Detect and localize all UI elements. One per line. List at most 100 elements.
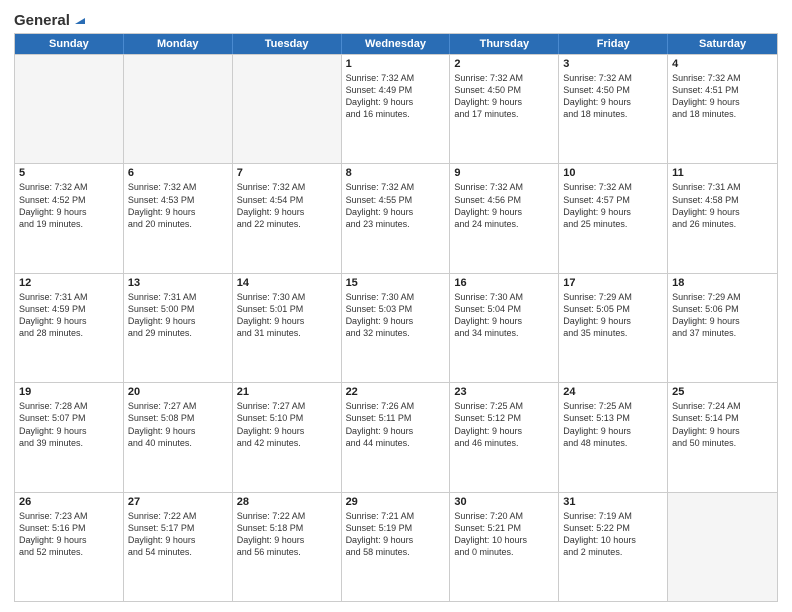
day-cell-29: 29Sunrise: 7:21 AM Sunset: 5:19 PM Dayli… [342, 493, 451, 601]
day-info: Sunrise: 7:32 AM Sunset: 4:52 PM Dayligh… [19, 181, 119, 230]
day-info: Sunrise: 7:32 AM Sunset: 4:54 PM Dayligh… [237, 181, 337, 230]
day-number: 13 [128, 277, 228, 289]
day-number: 7 [237, 167, 337, 179]
day-cell-7: 7 Sunrise: 7:32 AM Sunset: 4:54 PM Daylig… [233, 164, 342, 272]
day-number: 30 [454, 496, 554, 508]
header-cell-friday: Friday [559, 34, 668, 54]
day-number: 4 [672, 58, 773, 70]
header-cell-wednesday: Wednesday [342, 34, 451, 54]
day-cell-18: 18 Sunrise: 7:29 AM Sunset: 5:06 PM Dayli… [668, 274, 777, 382]
day-number: 14 [237, 277, 337, 289]
day-cell-3: 3 Sunrise: 7:32 AM Sunset: 4:50 PM Daylig… [559, 55, 668, 163]
day-info: Sunrise: 7:32 AM Sunset: 4:49 PM Dayligh… [346, 72, 446, 121]
day-cell-13: 13 Sunrise: 7:31 AM Sunset: 5:00 PM Dayli… [124, 274, 233, 382]
day-info: Sunrise: 7:30 AM Sunset: 5:03 PM Dayligh… [346, 291, 446, 340]
day-cell-26: 26 Sunrise: 7:23 AM Sunset: 5:16 PM Dayli… [15, 493, 124, 601]
day-cell-15: 15 Sunrise: 7:30 AM Sunset: 5:03 PM Dayli… [342, 274, 451, 382]
day-number: 15 [346, 277, 446, 289]
day-info: Sunrise: 7:30 AM Sunset: 5:01 PM Dayligh… [237, 291, 337, 340]
day-number: 3 [563, 58, 663, 70]
day-info: Sunrise: 7:27 AM Sunset: 5:08 PM Dayligh… [128, 400, 228, 449]
calendar-row-1: 1Sunrise: 7:32 AM Sunset: 4:49 PM Daylig… [15, 54, 777, 163]
day-number: 18 [672, 277, 773, 289]
day-cell-5: 5 Sunrise: 7:32 AM Sunset: 4:52 PM Daylig… [15, 164, 124, 272]
empty-cell [668, 493, 777, 601]
day-number: 26 [19, 496, 119, 508]
header-cell-thursday: Thursday [450, 34, 559, 54]
empty-cell [233, 55, 342, 163]
day-number: 25 [672, 386, 773, 398]
calendar: SundayMondayTuesdayWednesdayThursdayFrid… [14, 33, 778, 602]
empty-cell [15, 55, 124, 163]
day-info: Sunrise: 7:25 AM Sunset: 5:12 PM Dayligh… [454, 400, 554, 449]
day-info: Sunrise: 7:24 AM Sunset: 5:14 PM Dayligh… [672, 400, 773, 449]
day-number: 29 [346, 496, 446, 508]
calendar-body: 1Sunrise: 7:32 AM Sunset: 4:49 PM Daylig… [15, 54, 777, 601]
day-number: 8 [346, 167, 446, 179]
day-cell-10: 10 Sunrise: 7:32 AM Sunset: 4:57 PM Dayli… [559, 164, 668, 272]
header-cell-tuesday: Tuesday [233, 34, 342, 54]
day-cell-2: 2 Sunrise: 7:32 AM Sunset: 4:50 PM Daylig… [450, 55, 559, 163]
day-number: 28 [237, 496, 337, 508]
day-number: 9 [454, 167, 554, 179]
day-cell-21: 21 Sunrise: 7:27 AM Sunset: 5:10 PM Dayli… [233, 383, 342, 491]
day-number: 24 [563, 386, 663, 398]
header-cell-saturday: Saturday [668, 34, 777, 54]
calendar-row-5: 26 Sunrise: 7:23 AM Sunset: 5:16 PM Dayli… [15, 492, 777, 601]
day-number: 27 [128, 496, 228, 508]
day-cell-14: 14 Sunrise: 7:30 AM Sunset: 5:01 PM Dayli… [233, 274, 342, 382]
day-cell-28: 28 Sunrise: 7:22 AM Sunset: 5:18 PM Dayli… [233, 493, 342, 601]
day-cell-4: 4 Sunrise: 7:32 AM Sunset: 4:51 PM Daylig… [668, 55, 777, 163]
day-number: 2 [454, 58, 554, 70]
day-number: 22 [346, 386, 446, 398]
calendar-row-3: 12 Sunrise: 7:31 AM Sunset: 4:59 PM Dayli… [15, 273, 777, 382]
day-cell-27: 27 Sunrise: 7:22 AM Sunset: 5:17 PM Dayli… [124, 493, 233, 601]
day-cell-23: 23Sunrise: 7:25 AM Sunset: 5:12 PM Dayli… [450, 383, 559, 491]
empty-cell [124, 55, 233, 163]
day-info: Sunrise: 7:31 AM Sunset: 5:00 PM Dayligh… [128, 291, 228, 340]
day-cell-25: 25 Sunrise: 7:24 AM Sunset: 5:14 PM Dayli… [668, 383, 777, 491]
day-cell-31: 31Sunrise: 7:19 AM Sunset: 5:22 PM Dayli… [559, 493, 668, 601]
header-cell-sunday: Sunday [15, 34, 124, 54]
day-info: Sunrise: 7:22 AM Sunset: 5:17 PM Dayligh… [128, 510, 228, 559]
day-info: Sunrise: 7:32 AM Sunset: 4:57 PM Dayligh… [563, 181, 663, 230]
header-cell-monday: Monday [124, 34, 233, 54]
day-info: Sunrise: 7:29 AM Sunset: 5:06 PM Dayligh… [672, 291, 773, 340]
day-number: 12 [19, 277, 119, 289]
day-cell-12: 12 Sunrise: 7:31 AM Sunset: 4:59 PM Dayli… [15, 274, 124, 382]
day-info: Sunrise: 7:23 AM Sunset: 5:16 PM Dayligh… [19, 510, 119, 559]
day-info: Sunrise: 7:22 AM Sunset: 5:18 PM Dayligh… [237, 510, 337, 559]
day-number: 6 [128, 167, 228, 179]
day-cell-8: 8Sunrise: 7:32 AM Sunset: 4:55 PM Daylig… [342, 164, 451, 272]
day-info: Sunrise: 7:20 AM Sunset: 5:21 PM Dayligh… [454, 510, 554, 559]
day-info: Sunrise: 7:31 AM Sunset: 4:59 PM Dayligh… [19, 291, 119, 340]
logo-icon [71, 12, 87, 28]
day-number: 10 [563, 167, 663, 179]
calendar-row-4: 19Sunrise: 7:28 AM Sunset: 5:07 PM Dayli… [15, 382, 777, 491]
day-info: Sunrise: 7:25 AM Sunset: 5:13 PM Dayligh… [563, 400, 663, 449]
day-cell-11: 11Sunrise: 7:31 AM Sunset: 4:58 PM Dayli… [668, 164, 777, 272]
page: General SundayMondayTuesdayWednesdayThur… [0, 0, 792, 612]
day-cell-19: 19Sunrise: 7:28 AM Sunset: 5:07 PM Dayli… [15, 383, 124, 491]
day-cell-1: 1Sunrise: 7:32 AM Sunset: 4:49 PM Daylig… [342, 55, 451, 163]
day-info: Sunrise: 7:32 AM Sunset: 4:53 PM Dayligh… [128, 181, 228, 230]
day-info: Sunrise: 7:27 AM Sunset: 5:10 PM Dayligh… [237, 400, 337, 449]
day-number: 31 [563, 496, 663, 508]
calendar-row-2: 5 Sunrise: 7:32 AM Sunset: 4:52 PM Daylig… [15, 163, 777, 272]
calendar-header-row: SundayMondayTuesdayWednesdayThursdayFrid… [15, 34, 777, 54]
day-number: 16 [454, 277, 554, 289]
day-info: Sunrise: 7:32 AM Sunset: 4:56 PM Dayligh… [454, 181, 554, 230]
day-number: 5 [19, 167, 119, 179]
day-cell-24: 24 Sunrise: 7:25 AM Sunset: 5:13 PM Dayli… [559, 383, 668, 491]
day-number: 21 [237, 386, 337, 398]
day-info: Sunrise: 7:32 AM Sunset: 4:50 PM Dayligh… [563, 72, 663, 121]
day-info: Sunrise: 7:32 AM Sunset: 4:51 PM Dayligh… [672, 72, 773, 121]
day-number: 20 [128, 386, 228, 398]
day-cell-9: 9 Sunrise: 7:32 AM Sunset: 4:56 PM Daylig… [450, 164, 559, 272]
day-info: Sunrise: 7:32 AM Sunset: 4:50 PM Dayligh… [454, 72, 554, 121]
header: General [14, 10, 778, 27]
day-number: 11 [672, 167, 773, 179]
day-number: 19 [19, 386, 119, 398]
logo: General [14, 10, 87, 27]
day-cell-16: 16Sunrise: 7:30 AM Sunset: 5:04 PM Dayli… [450, 274, 559, 382]
